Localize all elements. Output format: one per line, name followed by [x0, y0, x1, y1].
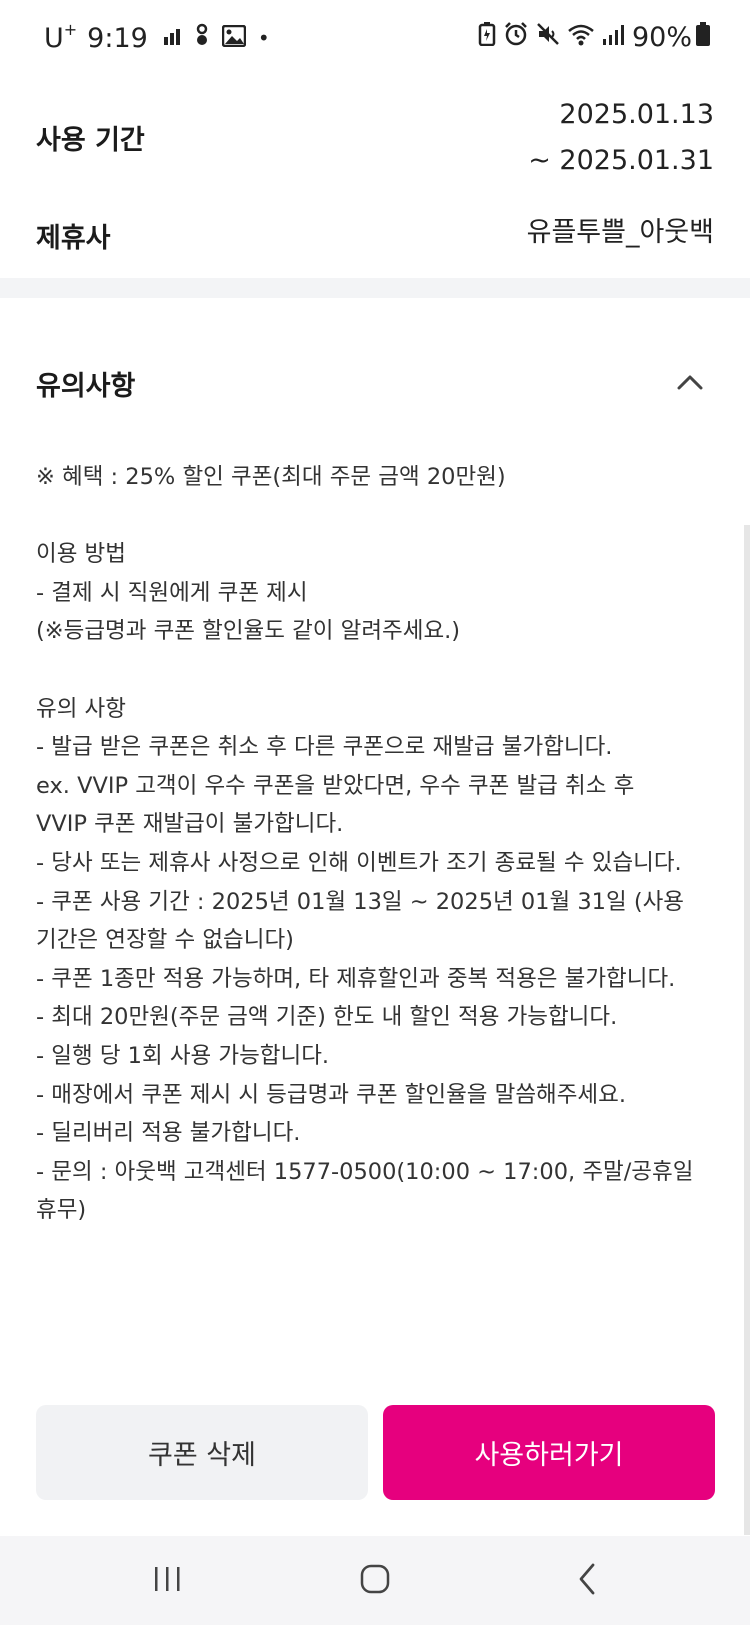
back-icon	[577, 1563, 597, 1599]
recent-apps-button[interactable]	[137, 1556, 197, 1606]
notice-line: - 딜리버리 적용 불가합니다.	[36, 1120, 301, 1147]
usage-period-end: ~ 2025.01.31	[528, 145, 714, 176]
section-divider	[0, 278, 750, 298]
location-icon	[194, 23, 210, 54]
usage-period-value: 2025.01.13 ~ 2025.01.31	[528, 92, 714, 184]
scrollbar[interactable]	[744, 525, 750, 1535]
notice-line: - 쿠폰 사용 기간 : 2025년 01월 13일 ~ 2025년 01월 3…	[36, 888, 684, 915]
back-button[interactable]	[557, 1556, 617, 1606]
notice-line: - 문의 : 아웃백 고객센터 1577-0500(10:00 ~ 17:00,…	[36, 1158, 694, 1185]
status-bar: U+ 9:19 • 90%	[0, 0, 750, 82]
partner-value: 유플투쁠_아웃백	[526, 217, 714, 248]
status-left: U+ 9:19 •	[44, 20, 270, 54]
recent-apps-icon	[152, 1566, 182, 1596]
notice-line: - 매장에서 쿠폰 제시 시 등급명과 쿠폰 할인율을 말씀해주세요.	[36, 1081, 626, 1108]
partner-row: 제휴사 유플투쁠_아웃백	[36, 210, 714, 260]
alarm-icon	[504, 22, 528, 53]
notice-line: (※등급명과 쿠폰 할인율도 같이 알려주세요.)	[36, 618, 461, 645]
notice-line: 유의 사항	[36, 695, 126, 722]
battery-percent: 90%	[631, 22, 692, 53]
collapse-button[interactable]	[670, 364, 710, 404]
notice-spacer	[36, 497, 726, 536]
notice-line: 휴무)	[36, 1197, 87, 1224]
notice-body: ※ 혜택 : 25% 할인 쿠폰(최대 주문 금액 20만원) 이용 방법 - …	[36, 458, 726, 1230]
notice-spacer	[36, 651, 726, 690]
status-right: 90%	[478, 22, 710, 53]
notice-line: - 최대 20만원(주문 금액 기준) 한도 내 할인 적용 가능합니다.	[36, 1004, 618, 1031]
usage-period-row: 사용 기간 2025.01.13 ~ 2025.01.31	[36, 92, 714, 192]
sim-icon	[162, 23, 182, 54]
partner-label: 제휴사	[36, 223, 111, 254]
use-coupon-button[interactable]: 사용하러가기	[383, 1405, 715, 1500]
battery-icon	[696, 22, 710, 53]
notice-line: ※ 혜택 : 25% 할인 쿠폰(최대 주문 금액 20만원)	[36, 464, 506, 490]
notice-line: VVIP 쿠폰 재발급이 불가합니다.	[36, 811, 344, 838]
delete-coupon-button[interactable]: 쿠폰 삭제	[36, 1405, 368, 1500]
home-button[interactable]	[345, 1556, 405, 1606]
notice-line: ex. VVIP 고객이 우수 쿠폰을 받았다면, 우수 쿠폰 발급 취소 후	[36, 772, 635, 799]
signal-icon	[602, 22, 624, 53]
home-icon	[360, 1564, 390, 1598]
notice-line: 이용 방법	[36, 541, 126, 568]
notice-line: - 쿠폰 1종만 적용 가능하며, 타 제휴할인과 중복 적용은 불가합니다.	[36, 965, 676, 992]
notice-line: - 일행 당 1회 사용 가능합니다.	[36, 1042, 330, 1069]
chevron-up-icon	[677, 374, 703, 394]
wifi-icon	[568, 22, 594, 53]
battery-saver-icon	[478, 22, 496, 53]
notice-line: 기간은 연장할 수 없습니다)	[36, 927, 294, 954]
notice-title: 유의사항	[36, 371, 136, 402]
notice-line: - 결제 시 직원에게 쿠폰 제시	[36, 579, 308, 606]
carrier-label: U+	[44, 20, 78, 54]
notice-line: - 발급 받은 쿠폰은 취소 후 다른 쿠폰으로 재발급 불가합니다.	[36, 734, 613, 761]
usage-period-label: 사용 기간	[36, 125, 145, 156]
navigation-bar	[0, 1536, 750, 1625]
status-time: 9:19	[87, 22, 148, 54]
status-dot: •	[257, 26, 270, 50]
usage-period-start: 2025.01.13	[559, 99, 714, 130]
notice-header[interactable]: 유의사항	[36, 364, 714, 408]
notice-line: - 당사 또는 제휴사 사정으로 인해 이벤트가 조기 종료될 수 있습니다.	[36, 849, 682, 876]
gallery-icon	[221, 23, 247, 54]
mute-icon	[536, 22, 560, 53]
